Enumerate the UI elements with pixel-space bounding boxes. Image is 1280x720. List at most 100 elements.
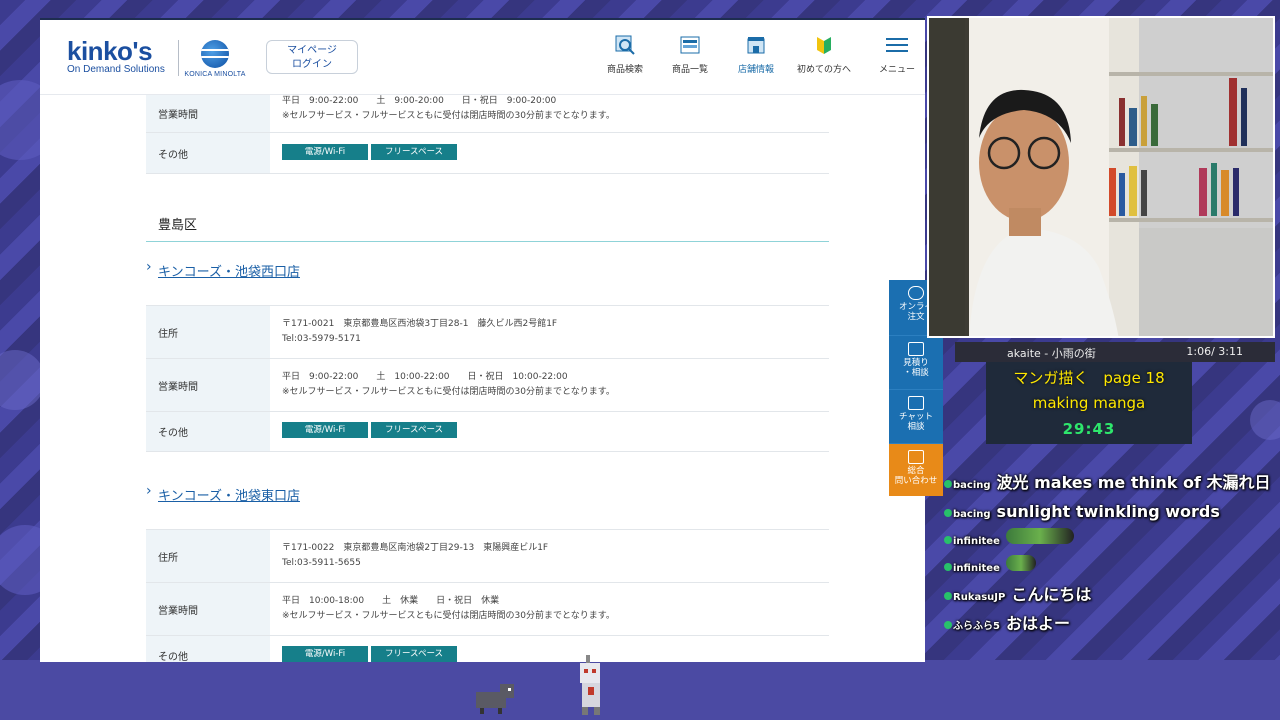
store-link-ikebukuro-west[interactable]: キンコーズ・池袋西口店 [146, 259, 829, 280]
hamburger-menu-icon [886, 38, 908, 52]
beginner-mark-icon [817, 37, 831, 54]
logo-main-text: kinko's [67, 36, 153, 66]
logo-divider [178, 40, 179, 76]
other-label: その他 [146, 133, 270, 173]
chat-emote-icon [1005, 555, 1036, 571]
hours-value: 平日 10:00-18:00 土 休業 日・祝日 休業 ※セルフサービス・フルサ… [270, 583, 829, 635]
store-table-east: 住所 〒171-0022 東京都豊島区南池袋2丁目29-13 東陽興産ビル1F … [146, 529, 829, 662]
nav-beginners[interactable]: 初めての方へ [791, 34, 857, 75]
nav-product-list[interactable]: 商品一覧 [657, 34, 723, 75]
hours-note: ※セルフサービス・フルサービスともに受付は閉店時間の30分前までとなります。 [282, 111, 615, 121]
pomodoro-timer: 29:43 [1062, 420, 1116, 438]
chat-badge-icon [944, 592, 952, 600]
other-label: その他 [146, 412, 270, 451]
address-label: 住所 [146, 306, 270, 358]
nav-label: 商品一覧 [671, 65, 708, 75]
chat-username: ふらふら5 [953, 621, 1000, 632]
nav-store-info[interactable]: 店舗情報 [723, 34, 789, 75]
webcam-scene [929, 18, 1273, 336]
address-row: 住所 〒171-0022 東京都豊島区南池袋2丁目29-13 東陽興産ビル1F … [146, 530, 829, 583]
search-product-icon [615, 35, 635, 55]
chat-badge-icon [944, 621, 952, 629]
side-tab-estimate[interactable]: 見積り ・相談 [889, 336, 943, 390]
task-line-1: マンガ描く page 18 [1013, 369, 1165, 387]
hours-row: 営業時間 平日 9:00-22:00 土 9:00-20:00 日・祝日 9:0… [146, 94, 829, 133]
tag-power-wifi: 電源/Wi-Fi [282, 422, 368, 438]
chat-message: infinitee [944, 555, 1274, 582]
side-tab-label: ・相談 [903, 368, 929, 378]
chat-badge-icon [944, 509, 952, 517]
chat-overlay: bacing 波光 makes me think of 木漏れ日 bacing … [944, 470, 1274, 640]
tag-power-wifi: 電源/Wi-Fi [282, 144, 368, 160]
side-tab-label: 見積り [903, 358, 929, 368]
nav-label: 商品検索 [606, 65, 643, 75]
hours-note: ※セルフサービス・フルサービスともに受付は閉店時間の30分前までとなります。 [282, 611, 615, 621]
hours-label: 営業時間 [146, 359, 270, 411]
chat-text: sunlight twinkling words [996, 502, 1220, 521]
hours-line: 平日 10:00-18:00 土 休業 日・祝日 休業 [282, 596, 500, 606]
hours-row: 営業時間 平日 9:00-22:00 土 10:00-22:00 日・祝日 10… [146, 359, 829, 412]
konica-minolta-text: KONICA MINOLTA [184, 71, 246, 78]
chat-message: RukasuJP こんにちは [944, 582, 1274, 611]
other-label: その他 [146, 636, 270, 662]
nav-menu[interactable]: メニュー [864, 34, 925, 75]
address-value: 〒171-0021 東京都豊島区西池袋3丁目28-1 藤久ビル西2号館1F Te… [270, 306, 829, 358]
hours-note: ※セルフサービス・フルサービスともに受付は閉店時間の30分前までとなります。 [282, 387, 615, 397]
store-info-icon [747, 37, 765, 54]
other-value: 電源/Wi-Fi フリースペース [270, 412, 829, 451]
nav-product-search[interactable]: 商品検索 [592, 34, 658, 75]
side-tab-label: 問い合わせ [894, 476, 938, 486]
chat-text: こんにちは [1011, 585, 1092, 604]
chat-username: bacing [953, 509, 991, 520]
mypage-label: マイページ [287, 45, 337, 56]
hours-value: 平日 9:00-22:00 土 9:00-20:00 日・祝日 9:00-20:… [270, 94, 829, 132]
address-text: 〒171-0022 東京都豊島区南池袋2丁目29-13 東陽興産ビル1F [282, 543, 549, 553]
task-box: マンガ描く page 18 making manga 29:43 [986, 362, 1192, 444]
product-list-icon [680, 36, 700, 54]
chat-username: infinitee [953, 536, 1000, 547]
chat-username: bacing [953, 480, 991, 491]
chat-message: bacing sunlight twinkling words [944, 499, 1274, 528]
other-row: その他 電源/Wi-Fi フリースペース [146, 636, 829, 662]
chat-username: RukasuJP [953, 592, 1006, 603]
overlay-bottom-strip [0, 660, 1280, 720]
logo-sub-text: On Demand Solutions [67, 64, 165, 75]
kinkos-logo[interactable]: kinko's On Demand Solutions [67, 38, 165, 76]
store-link-ikebukuro-east[interactable]: キンコーズ・池袋東口店 [146, 483, 829, 504]
nav-label: メニュー [878, 65, 915, 75]
tag-free-space: フリースペース [371, 422, 457, 438]
address-row: 住所 〒171-0021 東京都豊島区西池袋3丁目28-1 藤久ビル西2号館1F… [146, 306, 829, 359]
hours-label: 営業時間 [146, 583, 270, 635]
song-time: 1:06/ 3:11 [1186, 345, 1243, 358]
address-label: 住所 [146, 530, 270, 582]
mypage-login-button[interactable]: マイページ ログイン [266, 40, 358, 74]
hours-label: 営業時間 [146, 94, 270, 132]
other-value: 電源/Wi-Fi フリースペース [270, 133, 829, 173]
chat-badge-icon [944, 536, 952, 544]
side-tab-label: 相談 [907, 422, 925, 432]
konica-minolta-logo: KONICA MINOLTA [184, 40, 246, 78]
side-tab-contact[interactable]: 総合 問い合わせ [889, 444, 943, 496]
estimate-icon [908, 342, 924, 356]
chat-badge-icon [944, 563, 952, 571]
other-row: その他 電源/Wi-Fi フリースペース [146, 412, 829, 452]
tag-free-space: フリースペース [371, 646, 457, 662]
tel-text: Tel:03-5911-5655 [282, 558, 361, 568]
hours-value: 平日 9:00-22:00 土 10:00-22:00 日・祝日 10:00-2… [270, 359, 829, 411]
chat-message: ふらふら5 おはよー [944, 611, 1274, 640]
chat-message: infinitee [944, 528, 1274, 555]
address-text: 〒171-0021 東京都豊島区西池袋3丁目28-1 藤久ビル西2号館1F [282, 319, 558, 329]
side-tab-label: 総合 [907, 466, 925, 476]
chat-username: infinitee [953, 563, 1000, 574]
other-row: その他 電源/Wi-Fi フリースペース [146, 133, 829, 174]
hours-line: 平日 9:00-22:00 土 9:00-20:00 日・祝日 9:00-20:… [282, 96, 557, 106]
side-tab-label: チャット [899, 412, 933, 422]
address-value: 〒171-0022 東京都豊島区南池袋2丁目29-13 東陽興産ビル1F Tel… [270, 530, 829, 582]
now-playing-bar: akaite - 小雨の街 1:06/ 3:11 [955, 342, 1275, 362]
song-title: akaite - 小雨の街 [1007, 347, 1096, 360]
site-header: kinko's On Demand Solutions KONICA MINOL… [40, 20, 925, 95]
side-tab-chat[interactable]: チャット 相談 [889, 390, 943, 444]
mail-icon [908, 450, 924, 464]
cloud-upload-icon [908, 286, 924, 300]
nav-label: 初めての方へ [796, 65, 851, 75]
